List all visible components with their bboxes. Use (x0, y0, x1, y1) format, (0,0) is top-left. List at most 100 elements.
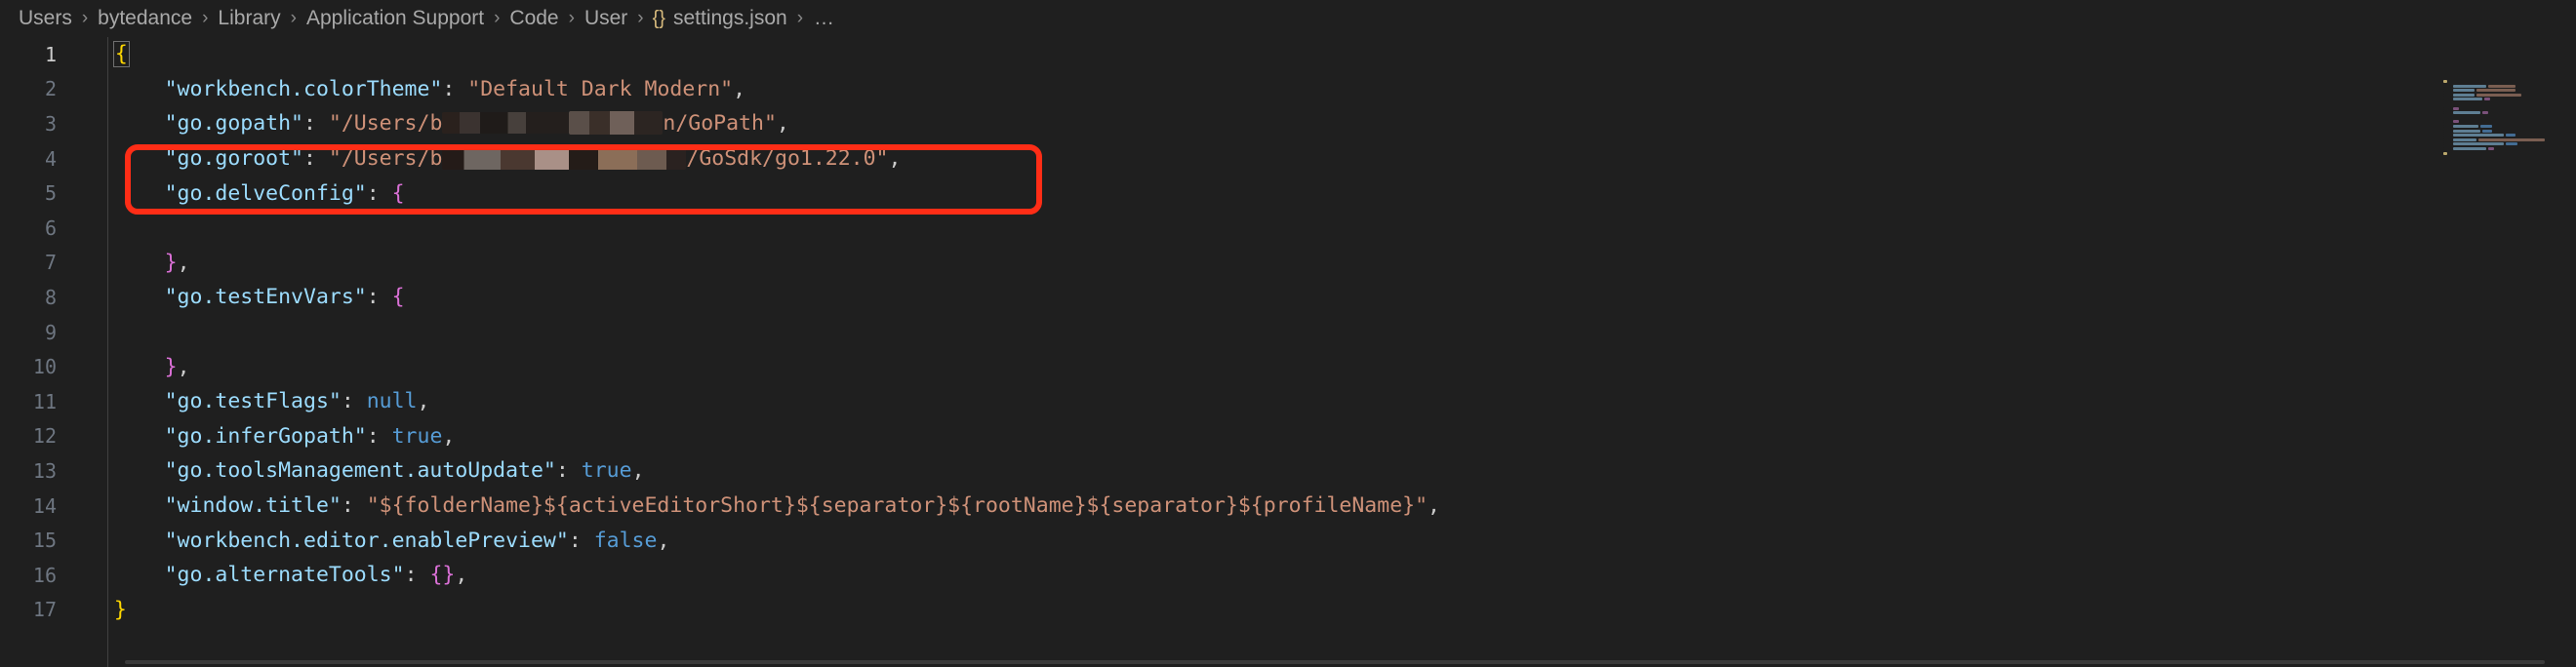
code-token-brace2: } (164, 354, 178, 379)
code-line-content: "workbench.colorTheme": "Default Dark Mo… (76, 77, 745, 101)
breadcrumb-overflow-ellipsis[interactable]: … (814, 7, 834, 30)
code-line[interactable]: 14 "window.title": "${folderName}${activ… (0, 489, 2576, 524)
code-token-punct: : (341, 493, 367, 519)
code-token-key: "go.testEnvVars" (164, 285, 367, 310)
code-line-content: "go.inferGopath": true, (76, 423, 456, 449)
breadcrumb: Users › bytedance › Library › Application Supp… (0, 0, 2576, 37)
code-line-content: "workbench.editor.enablePreview": false, (76, 528, 670, 553)
code-token-punct: , (177, 250, 190, 275)
code-line-content: "go.toolsManagement.autoUpdate": true, (76, 458, 645, 483)
redacted-path-segment (442, 112, 570, 135)
code-line[interactable]: 6 (0, 211, 2576, 246)
line-number: 11 (32, 389, 57, 413)
breadcrumb-item-code[interactable]: Code (508, 7, 559, 30)
horizontal-scrollbar-thumb[interactable] (125, 660, 2545, 664)
code-line[interactable]: 17 } (0, 593, 2576, 628)
code-line-content: "window.title": "${folderName}${activeEd… (76, 493, 1440, 518)
redacted-path-segment (442, 146, 687, 171)
code-line[interactable]: 11 "go.testFlags": null, (0, 384, 2576, 419)
code-token-punct: , (455, 563, 468, 588)
breadcrumb-separator: › (290, 8, 297, 28)
code-line[interactable]: 16 "go.alternateTools": {}, (0, 558, 2576, 593)
code-token-punct: , (733, 76, 746, 101)
code-token-punct: : (366, 180, 392, 206)
vscode-editor-window: Users › bytedance › Library › Application Supp… (0, 0, 2576, 667)
code-token-brace1-box: { (112, 41, 130, 68)
code-token-brace1: } (113, 597, 127, 622)
breadcrumb-item-library[interactable]: Library (217, 7, 281, 30)
code-token-key: "window.title" (164, 493, 342, 519)
code-line-content (76, 216, 165, 240)
code-token-str: /GoSdk/go1.22.0" (686, 146, 889, 172)
line-number: 9 (44, 320, 57, 344)
code-token-str: n/GoPath" (663, 111, 777, 137)
line-number: 12 (32, 424, 57, 449)
horizontal-scrollbar[interactable] (0, 657, 2576, 667)
code-token-brace2: } (164, 250, 178, 275)
code-lines[interactable]: 1 {2 "workbench.colorTheme": "Default Da… (0, 37, 2576, 627)
code-line[interactable]: 7 }, (0, 246, 2576, 281)
breadcrumb-item-application-support[interactable]: Application Support (305, 7, 485, 30)
code-token-brace2: { (391, 180, 405, 206)
line-number: 16 (32, 563, 57, 587)
code-token-str: "/Users/b (328, 146, 443, 172)
code-line[interactable]: 8 "go.testEnvVars": { (0, 280, 2576, 315)
code-token-punct: , (888, 146, 902, 172)
code-line[interactable]: 15 "workbench.editor.enablePreview": fal… (0, 523, 2576, 558)
code-line-content: { (76, 41, 130, 68)
code-line[interactable]: 2 "workbench.colorTheme": "Default Dark … (0, 72, 2576, 107)
code-token-key: "go.delveConfig" (164, 180, 367, 206)
breadcrumb-separator: › (796, 8, 804, 28)
code-line[interactable]: 10 }, (0, 349, 2576, 384)
code-token-punct: , (657, 528, 670, 553)
line-number: 13 (32, 458, 57, 483)
code-line-content: "go.delveConfig": { (76, 181, 405, 206)
code-line[interactable]: 3 "go.gopath": "/Users/b n/GoPath", (0, 106, 2576, 141)
code-token-key: "go.alternateTools" (164, 563, 405, 588)
redacted-path-segment (569, 111, 664, 136)
line-number: 3 (44, 111, 57, 136)
line-number: 10 (32, 355, 57, 379)
line-number: 1 (44, 42, 57, 66)
code-token-punct: , (417, 389, 430, 414)
line-number: 7 (44, 251, 57, 275)
code-line[interactable]: 9 (0, 315, 2576, 350)
code-token-punct: : (341, 389, 367, 414)
code-token-punct: : (555, 458, 582, 484)
code-line-content: "go.gopath": "/Users/b n/GoPath", (76, 111, 789, 136)
code-token-punct: : (404, 563, 430, 588)
line-number: 6 (44, 216, 57, 240)
code-token-brace2: {} (429, 563, 456, 588)
code-line[interactable]: 12 "go.inferGopath": true, (0, 419, 2576, 454)
line-number: 17 (32, 598, 57, 622)
code-token-key: "go.toolsManagement.autoUpdate" (164, 458, 556, 484)
breadcrumb-item-user[interactable]: User (584, 7, 628, 30)
code-line-content: "go.testFlags": null, (76, 389, 430, 414)
code-token-punct: : (366, 423, 392, 449)
code-token-kw: true (581, 458, 632, 484)
code-token-punct: : (568, 528, 594, 553)
overview-ruler[interactable] (2562, 74, 2576, 667)
code-token-key: "go.gopath" (164, 111, 303, 137)
code-line[interactable]: 4 "go.goroot": "/Users/b/GoSdk/go1.22.0"… (0, 141, 2576, 177)
line-number: 14 (32, 493, 57, 518)
code-token-punct: : (303, 111, 329, 137)
code-token-str: "Default Dark Modern" (467, 76, 734, 101)
breadcrumb-item-bytedance[interactable]: bytedance (97, 7, 193, 30)
line-number: 15 (32, 529, 57, 553)
line-number: 4 (44, 146, 57, 171)
code-token-punct: : (366, 285, 392, 310)
line-number: 2 (44, 77, 57, 101)
code-line[interactable]: 5 "go.delveConfig": { (0, 176, 2576, 211)
code-token-key: "go.goroot" (164, 146, 303, 172)
code-line-content: "go.alternateTools": {}, (76, 563, 468, 588)
code-line[interactable]: 1 { (0, 37, 2576, 72)
code-editor[interactable]: 1 {2 "workbench.colorTheme": "Default Da… (0, 37, 2576, 667)
code-token-key: "workbench.colorTheme" (164, 76, 443, 101)
breadcrumb-item-users[interactable]: Users (18, 7, 73, 30)
code-line[interactable]: 13 "go.toolsManagement.autoUpdate": true… (0, 453, 2576, 489)
breadcrumb-item-settings-json[interactable]: settings.json (672, 7, 788, 30)
code-token-str: "${folderName}${activeEditorShort}${sepa… (366, 493, 1429, 519)
code-token-punct: : (442, 76, 468, 101)
code-token-kw: true (391, 423, 443, 449)
